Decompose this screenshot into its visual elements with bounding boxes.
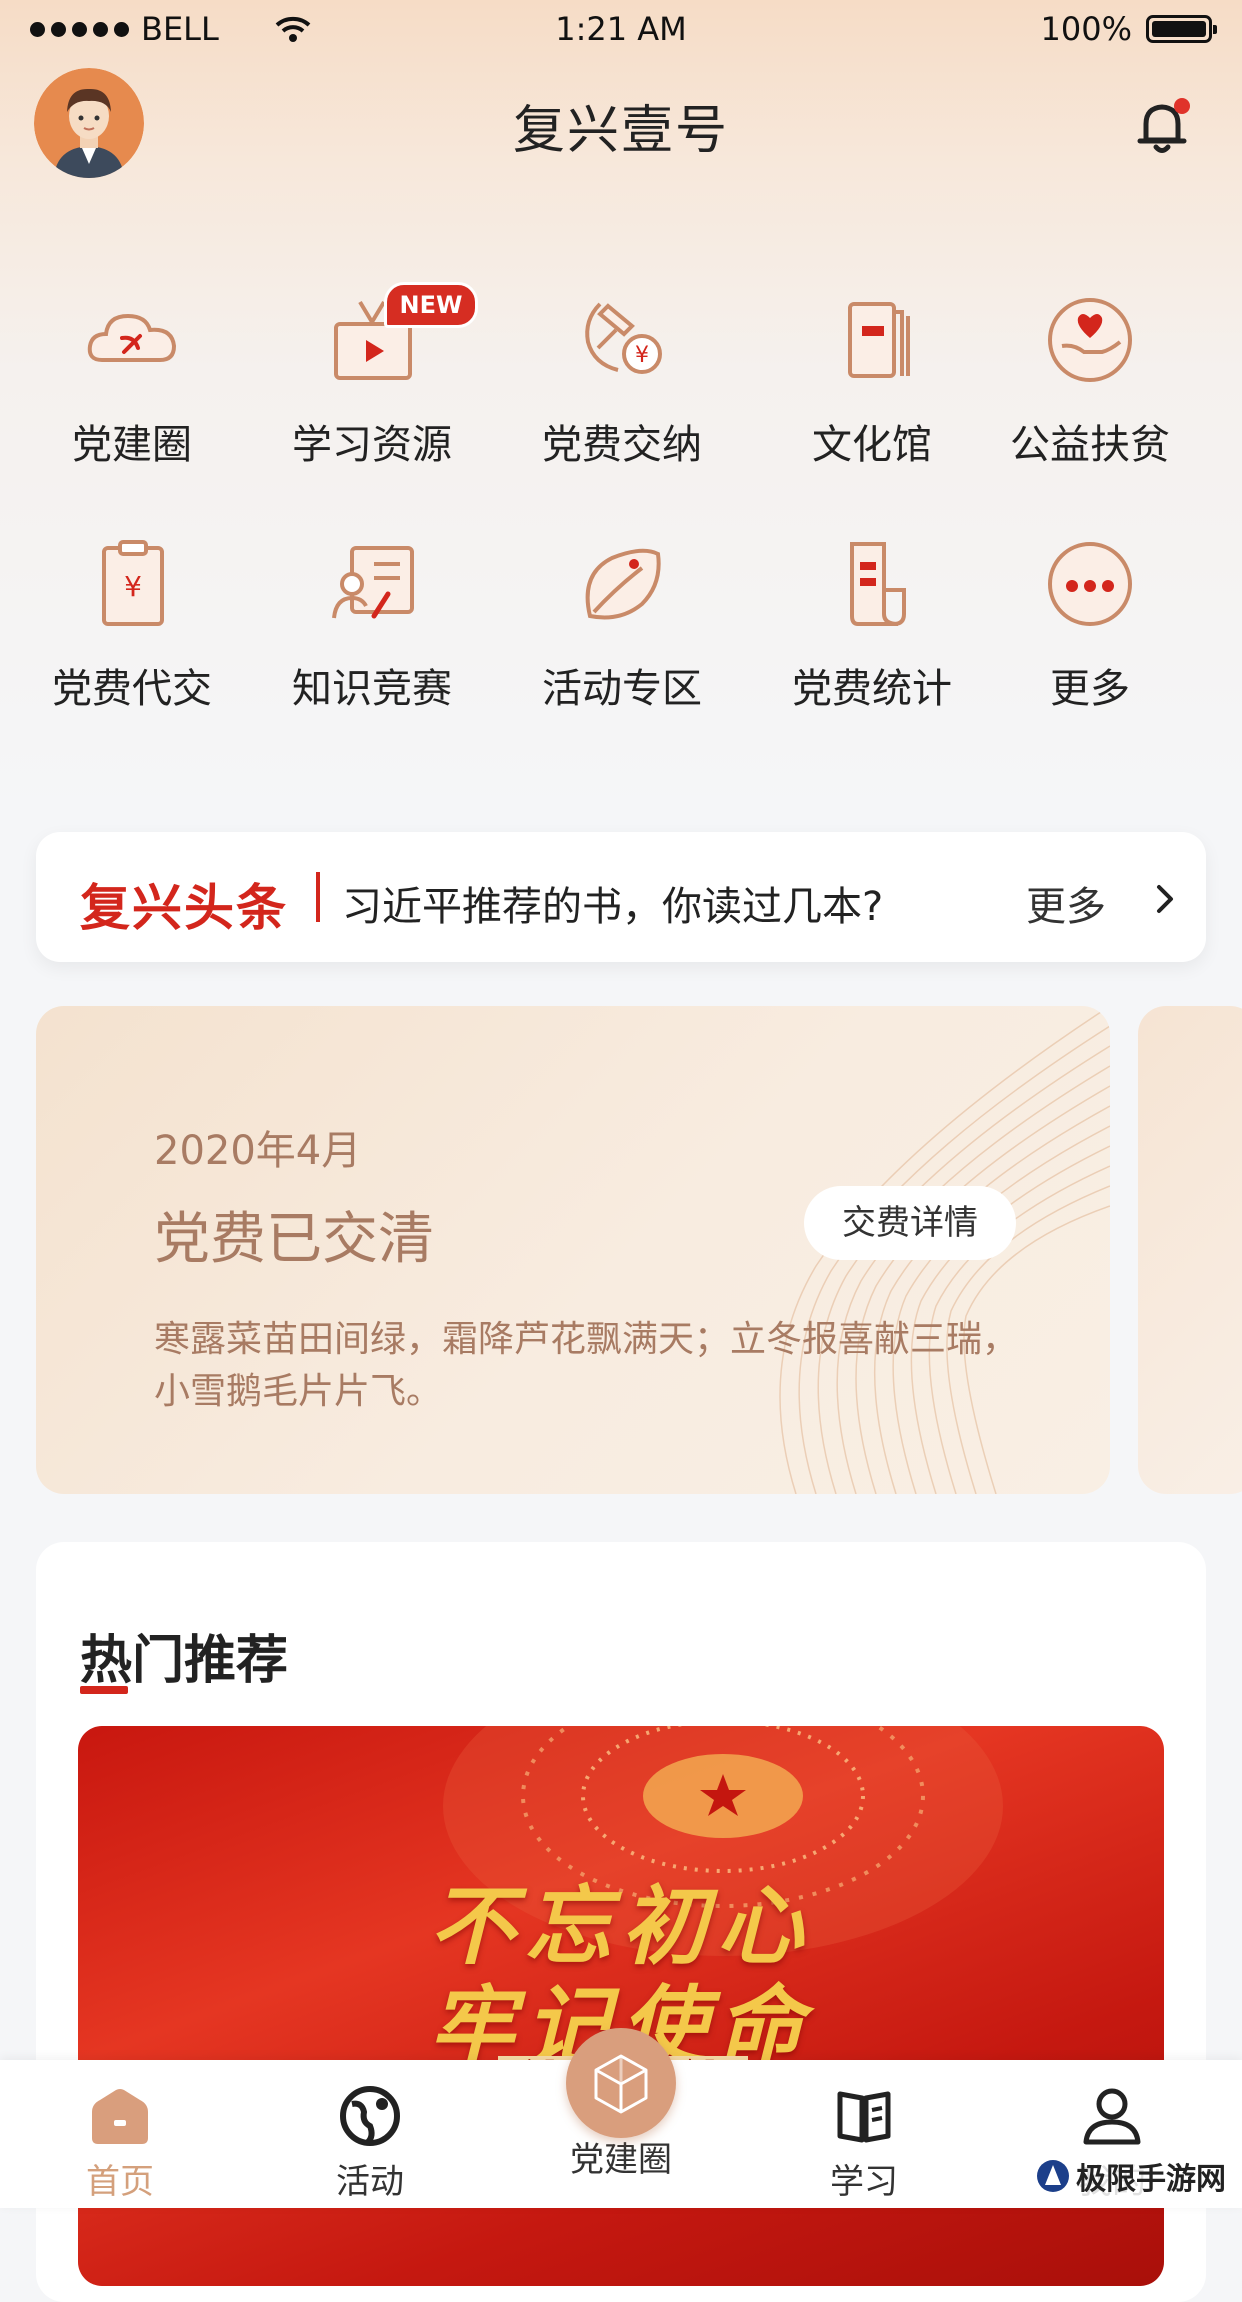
tab-label: 首页 xyxy=(86,2162,154,2202)
grid-item-charity[interactable]: 公益扶贫 xyxy=(990,290,1190,490)
tab-label: 学习 xyxy=(830,2162,898,2202)
unread-dot xyxy=(1174,98,1190,114)
fee-details-button[interactable]: 交费详情 xyxy=(804,1186,1016,1260)
next-card-peek[interactable] xyxy=(1138,1006,1242,1494)
grid-item-quiz[interactable]: 知识竞赛 xyxy=(272,534,472,734)
fee-clipboard-icon: ¥ xyxy=(102,540,164,626)
grid-label: 党费交纳 xyxy=(542,422,702,468)
grid-label: 更多 xyxy=(1050,666,1130,712)
battery-icon xyxy=(1146,15,1217,43)
headline-brand: 复兴头条 xyxy=(80,879,288,937)
fee-status-card[interactable]: 2020年4月 党费已交清 交费详情 寒露菜苗田间绿，霜降芦花飘满天；立冬报喜献… xyxy=(36,1006,1110,1494)
grid-item-more[interactable]: 更多 xyxy=(990,534,1190,734)
bell-icon xyxy=(1137,98,1190,153)
quiz-person-icon xyxy=(332,546,414,619)
grid-item-culture-hall[interactable]: 文化馆 xyxy=(772,290,972,490)
grid-label: 党费统计 xyxy=(792,666,952,712)
chevron-right-icon[interactable] xyxy=(1150,884,1180,914)
headline-divider xyxy=(316,872,320,922)
party-fee-pay-icon: ¥ xyxy=(585,302,662,374)
watermark: 极限手游网 xyxy=(1028,2150,1234,2202)
tab-activity[interactable]: 活动 xyxy=(280,2084,460,2203)
watermark-text: 极限手游网 xyxy=(1076,2162,1226,2197)
grid-label: 文化馆 xyxy=(812,422,932,468)
tab-study[interactable]: 学习 xyxy=(774,2084,954,2203)
svg-text:¥: ¥ xyxy=(124,570,142,603)
book-study-icon xyxy=(837,2091,891,2143)
tab-home[interactable]: 首页 xyxy=(30,2084,210,2203)
new-badge: NEW xyxy=(384,282,478,328)
cube-icon xyxy=(594,2054,648,2114)
notification-button[interactable] xyxy=(1130,94,1196,160)
headline-more-link[interactable]: 更多 xyxy=(1026,874,1106,932)
battery-percent: 100% xyxy=(1040,10,1132,48)
grid-item-activity-zone[interactable]: 活动专区 xyxy=(522,534,722,734)
battery-status: 100% xyxy=(1040,10,1217,48)
grid-label: 学习资源 xyxy=(292,422,452,468)
tab-label: 活动 xyxy=(336,2162,404,2202)
home-icon xyxy=(92,2089,148,2144)
grid-item-fee-proxy[interactable]: ¥ 党费代交 xyxy=(32,534,232,734)
globe-activity-icon xyxy=(340,2086,400,2146)
grid-label: 知识竞赛 xyxy=(292,666,452,712)
title-underline xyxy=(80,1686,128,1694)
activity-leaf-icon xyxy=(585,548,661,620)
more-dots-icon xyxy=(1048,542,1132,626)
center-party-button[interactable] xyxy=(566,2028,676,2138)
status-bar: BELL 1:21 AM 100% xyxy=(0,0,1242,62)
culture-hall-icon xyxy=(848,302,910,378)
grid-item-fee-statistics[interactable]: 党费统计 xyxy=(772,534,972,734)
user-profile-icon xyxy=(1083,2088,1141,2145)
tab-label: 党建圈 xyxy=(570,2140,672,2180)
watermark-logo-icon xyxy=(1037,2160,1069,2192)
svg-text:¥: ¥ xyxy=(635,343,649,368)
party-cloud-icon xyxy=(87,313,177,362)
headline-bar[interactable]: 复兴头条 习近平推荐的书，你读过几本? 更多 xyxy=(36,832,1206,962)
headline-text[interactable]: 习近平推荐的书，你读过几本? xyxy=(342,874,883,932)
grid-item-party-circle[interactable]: 党建圈 xyxy=(32,290,232,490)
fee-card-poem: 寒露菜苗田间绿，霜降芦花飘满天；立冬报喜献三瑞，小雪鹅毛片片飞。 xyxy=(154,1319,1019,1412)
section-title: 热门推荐 xyxy=(80,1631,289,1691)
fee-month: 2020年4月 xyxy=(154,1128,362,1174)
fee-status: 党费已交清 xyxy=(154,1207,434,1272)
grid-label: 党费代交 xyxy=(52,666,212,712)
charity-heart-icon xyxy=(1048,298,1132,382)
grid-item-fee-payment[interactable]: ¥ 党费交纳 xyxy=(522,290,722,490)
app-title: 复兴壹号 xyxy=(512,101,729,161)
grid-label: 党建圈 xyxy=(72,422,192,468)
statistics-doc-icon xyxy=(850,542,906,626)
grid-label: 活动专区 xyxy=(542,666,702,712)
grid-label: 公益扶贫 xyxy=(1010,422,1170,468)
